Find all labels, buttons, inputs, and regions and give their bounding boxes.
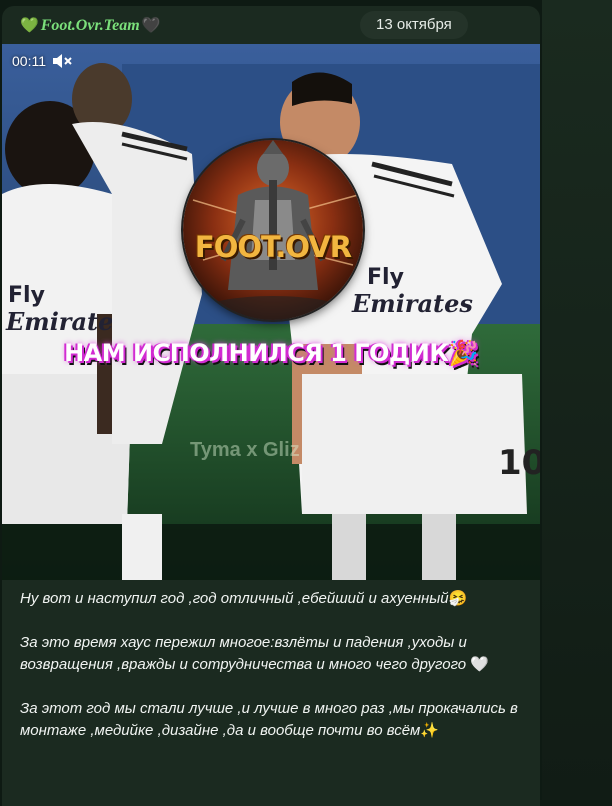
jersey-sponsor-1-left: Fly bbox=[8, 283, 45, 308]
jersey-sponsor-2-left: Emirates bbox=[5, 307, 127, 336]
sneezing-face-icon: 🤧 bbox=[448, 590, 468, 607]
channel-name-text: Foot.Ovr.Team bbox=[40, 17, 140, 34]
channel-logo: FOOT.OVR bbox=[183, 140, 363, 320]
channel-post: 💚 Foot.Ovr.Team 🖤 13 октября Fly Emirate… bbox=[2, 6, 540, 806]
green-heart-icon: 💚 bbox=[20, 18, 39, 34]
jersey-number: 10 bbox=[498, 443, 540, 483]
post-header: 💚 Foot.Ovr.Team 🖤 13 октября bbox=[2, 6, 540, 44]
jersey-sponsor-1-right: Fly bbox=[367, 265, 404, 290]
chat-background bbox=[542, 0, 612, 800]
logo-text: FOOT.OVR bbox=[194, 230, 352, 264]
sparkles-icon: ✨ bbox=[420, 722, 440, 739]
jersey-sponsor-2-right: Emirates bbox=[351, 289, 473, 318]
party-icon: 🎉 bbox=[448, 339, 479, 367]
channel-name[interactable]: 💚 Foot.Ovr.Team 🖤 bbox=[20, 16, 160, 35]
post-text: Ну вот и наступил год ,год отличный ,ебе… bbox=[20, 588, 525, 764]
video-time: 00:11 bbox=[12, 53, 46, 69]
post-paragraph: Ну вот и наступил год ,год отличный ,ебе… bbox=[20, 588, 525, 610]
post-paragraph: За этот год мы стали лучше ,и лучше в мн… bbox=[20, 698, 525, 742]
white-heart-icon: 🤍 bbox=[470, 656, 490, 673]
video-time-badge: 00:11 bbox=[12, 51, 72, 71]
video-player[interactable]: Fly Emirates Fly Emirates 10 FOOT.OVR НА… bbox=[2, 44, 540, 580]
muted-speaker-icon[interactable] bbox=[52, 53, 72, 69]
post-paragraph-text: Ну вот и наступил год ,год отличный ,ебе… bbox=[20, 590, 449, 607]
video-watermark: Tyma x Gliz bbox=[190, 439, 300, 461]
date-badge: 13 октября bbox=[360, 11, 468, 39]
video-caption-text: НАМ ИСПОЛНИЛСЯ 1 ГОДИК bbox=[64, 339, 449, 367]
video-caption: НАМ ИСПОЛНИЛСЯ 1 ГОДИК🎉 bbox=[2, 339, 540, 367]
black-heart-icon: 🖤 bbox=[141, 18, 161, 34]
post-paragraph: За это время хаус пережил многое:взлёты … bbox=[20, 632, 525, 676]
post-paragraph-text: За это время хаус пережил многое:взлёты … bbox=[20, 634, 467, 673]
post-paragraph-text: За этот год мы стали лучше ,и лучше в мн… bbox=[20, 700, 518, 739]
